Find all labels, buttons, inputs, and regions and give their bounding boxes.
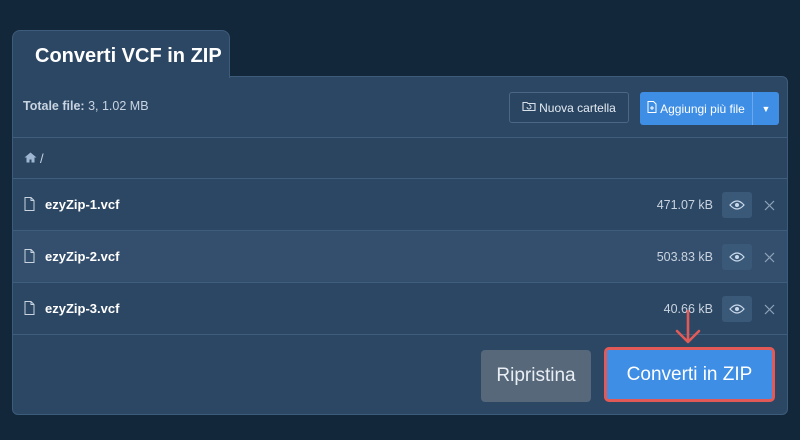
file-icon <box>24 249 35 268</box>
file-icon <box>24 197 35 216</box>
file-name: ezyZip-3.vcf <box>45 301 120 316</box>
close-icon[interactable] <box>761 194 777 216</box>
caret-down-icon: ▼ <box>761 103 771 114</box>
file-size: 503.83 kB <box>656 249 713 264</box>
total-files: Totale file: 3, 1.02 MB <box>23 99 149 113</box>
total-files-label: Totale file: <box>23 99 85 113</box>
file-add-icon <box>647 101 657 116</box>
eye-icon[interactable] <box>722 192 752 218</box>
tab-converter[interactable]: Converti VCF in ZIP <box>12 30 230 78</box>
add-files-dropdown-toggle[interactable]: ▼ <box>752 92 779 125</box>
breadcrumb: / <box>13 137 787 179</box>
arrow-down-icon <box>673 309 703 351</box>
home-icon[interactable] <box>24 151 37 166</box>
new-folder-label: Nuova cartella <box>539 100 616 115</box>
add-files-button[interactable]: Aggiungi più file <box>640 92 752 125</box>
file-name: ezyZip-1.vcf <box>45 197 120 212</box>
toolbar: Totale file: 3, 1.02 MB Nuova cartella A… <box>13 77 787 137</box>
new-folder-button[interactable]: Nuova cartella <box>509 92 629 123</box>
file-panel: Totale file: 3, 1.02 MB Nuova cartella A… <box>12 76 788 415</box>
total-files-value: 3, 1.02 MB <box>88 99 149 113</box>
file-row: ezyZip-1.vcf 471.07 kB <box>13 179 787 231</box>
add-files-label: Aggiungi più file <box>660 101 745 116</box>
file-row: ezyZip-2.vcf 503.83 kB <box>13 231 787 283</box>
file-size: 471.07 kB <box>656 197 713 212</box>
eye-icon[interactable] <box>722 296 752 322</box>
breadcrumb-separator: / <box>40 150 44 166</box>
close-icon[interactable] <box>761 246 777 268</box>
page-title: Converti VCF in ZIP <box>35 45 222 67</box>
file-name: ezyZip-2.vcf <box>45 249 120 264</box>
reset-button[interactable]: Ripristina <box>481 350 591 402</box>
convert-to-zip-button[interactable]: Converti in ZIP <box>604 347 775 402</box>
file-row: ezyZip-3.vcf 40.66 kB <box>13 283 787 335</box>
folder-refresh-icon <box>522 100 536 115</box>
file-icon <box>24 301 35 320</box>
eye-icon[interactable] <box>722 244 752 270</box>
add-files-button-group: Aggiungi più file ▼ <box>640 92 779 125</box>
close-icon[interactable] <box>761 298 777 320</box>
